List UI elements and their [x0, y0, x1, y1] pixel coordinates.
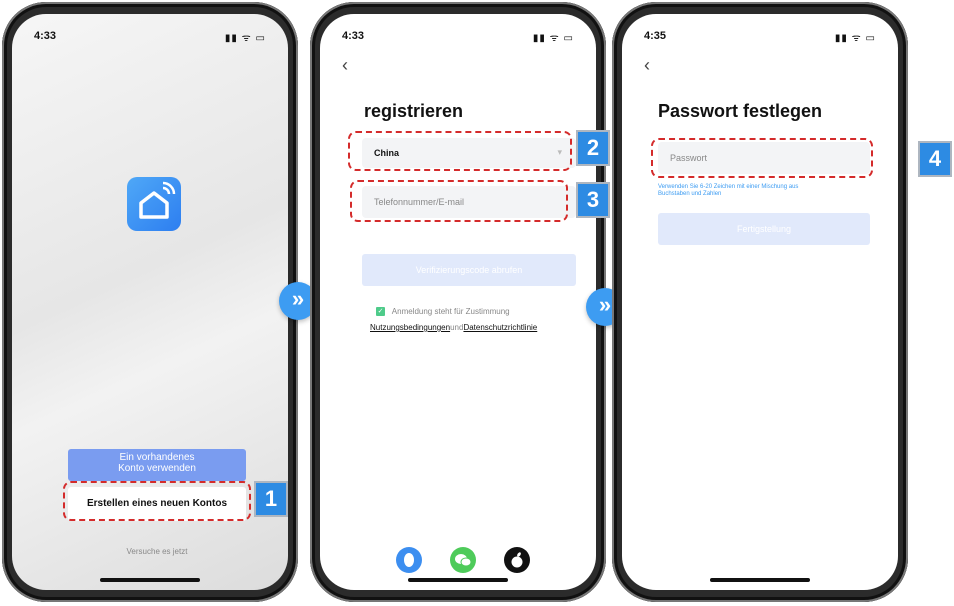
and-text: und: [450, 323, 464, 332]
set-password-screen: 4:35 ▮▮ ᯤ ▭ ‹ Passwort festlegen Passwor…: [622, 14, 898, 590]
apple-icon[interactable]: [504, 547, 530, 573]
use-existing-account-button[interactable]: Ein vorhandenes Konto verwenden: [68, 449, 246, 481]
use-existing-account-line1: Ein vorhandenes: [119, 452, 195, 463]
status-bar: 4:35 ▮▮ ᯤ ▭: [644, 30, 876, 44]
try-now-link[interactable]: Versuche es jetzt: [68, 547, 246, 556]
request-verification-code-button[interactable]: Verifizierungscode abrufen: [362, 254, 576, 286]
page-title: registrieren: [364, 101, 464, 121]
phone-frame-set-password: 4:35 ▮▮ ᯤ ▭ ‹ Passwort festlegen Passwor…: [612, 2, 908, 602]
phone-frame-register: 4:33 ▮▮ ᯤ ▭ ‹ registrieren China ▾ Telef…: [310, 2, 606, 602]
highlight-password: [651, 138, 873, 178]
status-icons: ▮▮ ᯤ ▭: [224, 33, 266, 44]
status-bar: 4:33 ▮▮ ᯤ ▭: [342, 30, 574, 44]
status-icons: ▮▮ ᯤ ▭: [532, 33, 574, 44]
home-indicator: [100, 578, 200, 582]
page-title: Passwort festlegen: [658, 101, 823, 121]
step-badge-4: 4: [920, 143, 950, 175]
highlight-create-account: [63, 481, 251, 521]
step-badge-1: 1: [256, 483, 286, 515]
consent-text: Anmeldung steht für Zustimmung: [391, 307, 510, 316]
qq-icon[interactable]: [396, 547, 422, 573]
consent-row: ✓ Anmeldung steht für Zustimmung: [376, 307, 510, 317]
status-bar: 4:33 ▮▮ ᯤ ▭: [34, 30, 266, 44]
status-icons: ▮▮ ᯤ ▭: [834, 33, 876, 44]
highlight-country-select: [348, 131, 572, 171]
password-hint-line2: Buchstaben und Zahlen: [658, 191, 722, 197]
privacy-link[interactable]: Datenschutzrichtlinie: [463, 323, 537, 332]
step-badge-2: 2: [578, 132, 608, 164]
finish-button[interactable]: Fertigstellung: [658, 213, 870, 245]
register-screen: 4:33 ▮▮ ᯤ ▭ ‹ registrieren China ▾ Telef…: [320, 14, 596, 590]
back-chevron-icon[interactable]: ‹: [342, 56, 348, 74]
home-indicator: [408, 578, 508, 582]
password-hint-line1: Verwenden Sie 6-20 Zeichen mit einer Mis…: [658, 184, 799, 190]
wechat-icon[interactable]: [450, 547, 476, 573]
step-badge-3: 3: [578, 184, 608, 216]
status-time: 4:33: [342, 30, 365, 42]
use-existing-account-line2: Konto verwenden: [118, 463, 196, 474]
legal-links: NutzungsbedingungenundDatenschutzrichtli…: [370, 323, 537, 332]
status-time: 4:33: [34, 30, 57, 42]
smart-home-app-icon: [127, 177, 181, 231]
back-chevron-icon[interactable]: ‹: [644, 56, 650, 74]
home-indicator: [710, 578, 810, 582]
status-time: 4:35: [644, 30, 667, 42]
consent-checkbox[interactable]: ✓: [376, 307, 385, 317]
highlight-phone-email: [350, 180, 568, 222]
password-hint: Verwenden Sie 6-20 Zeichen mit einer Mis…: [658, 184, 870, 198]
terms-link[interactable]: Nutzungsbedingungen: [370, 323, 450, 332]
